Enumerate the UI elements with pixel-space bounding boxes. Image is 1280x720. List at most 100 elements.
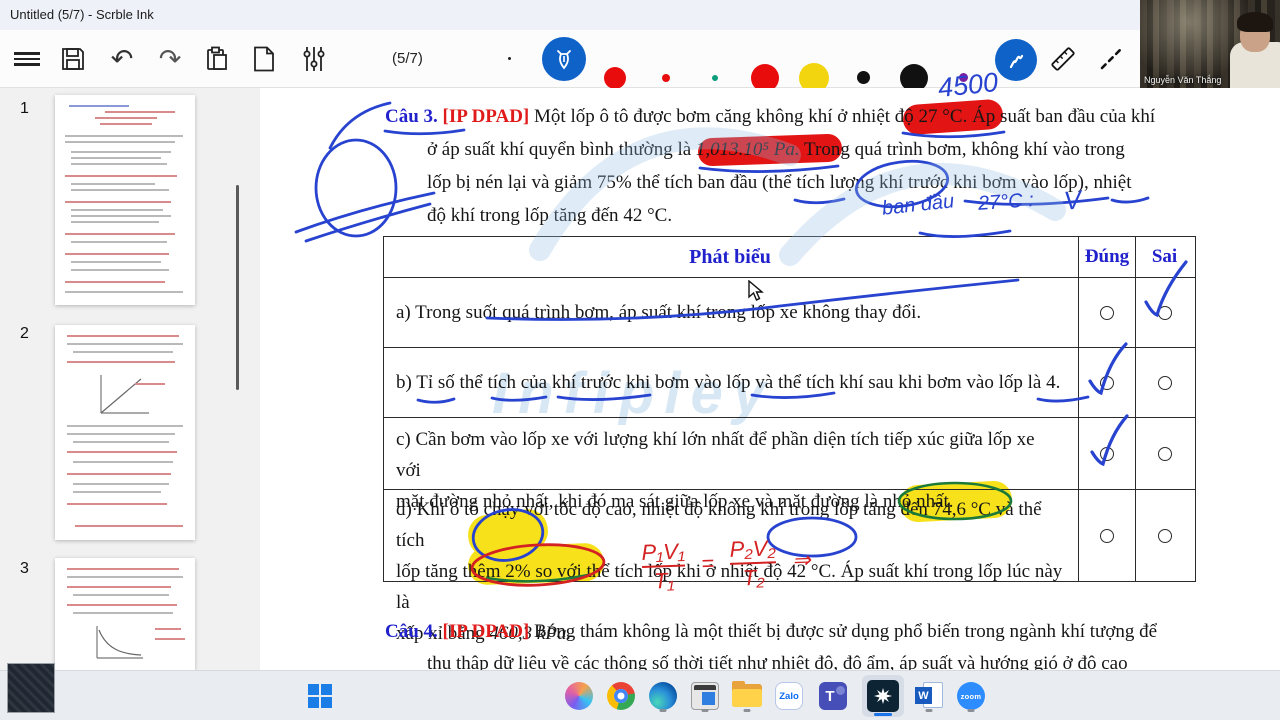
q3-label: Câu 3.	[385, 106, 438, 127]
q3-line-1: Câu 3. [IP DPAD] Một lốp ô tô được bơm c…	[385, 106, 1155, 128]
formula-equals: =	[700, 550, 715, 576]
q3-text-3c: thể tích ban đầu (thể tích lượng khí trư…	[631, 172, 1132, 193]
undo-icon: ↶	[110, 43, 134, 74]
dashed-line-tool-button[interactable]	[1094, 30, 1128, 88]
thumbnail-sidebar: 1 2 3	[0, 88, 260, 670]
q3-text-1a: Một lốp ô tô được bơm căng không khí ở n…	[534, 106, 919, 127]
row-d-text-1a: d) Khi ô tô chạy với tốc độ cao, nhiệt đ…	[396, 499, 933, 520]
taskbar-edge[interactable]	[646, 679, 680, 713]
formula-arrow: ⇒	[791, 547, 812, 573]
handwriting-27c: 27°C :	[977, 189, 1035, 215]
q3-temp-42: 42 °C	[623, 205, 668, 226]
table-row-b: b) Tỉ số thể tích của khí trước khi bơm …	[384, 347, 1195, 417]
q3-text-1c: . Áp suất ban đầu của khí	[962, 106, 1156, 127]
zalo-icon: Zalo	[775, 682, 803, 710]
row-a-statement: a) Trong suốt quá trình bơm, áp suất khí…	[396, 302, 922, 323]
table-header-sai: Sai	[1151, 246, 1178, 267]
taskbar-teams[interactable]: T	[816, 679, 850, 713]
zalo-label: Zalo	[779, 690, 799, 702]
page-icon	[254, 46, 274, 72]
webcam-overlay[interactable]: Nguyễn Văn Thắng	[1140, 0, 1280, 88]
q3-75pct: 75%	[596, 172, 632, 193]
app-window-icon	[691, 682, 719, 710]
thumbnail-number-1: 1	[20, 100, 29, 117]
q3-text-3a: lốp bị nén lại và giảm	[427, 172, 597, 193]
edge-icon	[649, 682, 677, 710]
handwriting-check-v: V	[1062, 184, 1083, 216]
row-c-line-1: c) Cần bơm vào lốp xe với lượng khí lớn …	[396, 429, 1035, 481]
formula-den-1: T₁	[653, 567, 675, 594]
row-d-dung-radio	[1100, 528, 1114, 543]
taskbar-zalo[interactable]: Zalo	[772, 679, 806, 713]
thumbnail-page-1[interactable]	[55, 95, 195, 305]
word-label: W	[918, 689, 929, 702]
scrble-ink-icon	[867, 680, 899, 712]
teams-label: T	[825, 687, 835, 705]
pen-tool-button[interactable]	[542, 37, 586, 81]
row-d-746: 74,6 °C	[932, 499, 991, 520]
thumbnail-number-3: 3	[20, 560, 29, 577]
pen-nib-icon	[557, 50, 571, 70]
q3-text-4c: .	[667, 205, 673, 226]
new-page-button[interactable]	[249, 30, 279, 88]
settings-sliders-button[interactable]	[298, 30, 330, 88]
q4-tag: [IP DPAD]	[442, 621, 530, 642]
start-button[interactable]	[303, 679, 337, 713]
app-window: Untitled (5/7) - Scrble Ink ↶ ↷ (5/7) Ng…	[0, 0, 1280, 720]
formula-den-2: T₂	[742, 564, 765, 591]
statement-table: Phát biểu Đúng Sai a) Trong suốt quá trì…	[383, 236, 1196, 644]
taskbar-file-explorer[interactable]	[730, 679, 764, 713]
scribble-tool-button[interactable]	[995, 39, 1037, 81]
q4-label: Câu 4.	[385, 621, 438, 642]
file-explorer-icon	[732, 681, 762, 708]
handwriting-formula: P₁V₁ T₁ = P₂V₂ T₂ ⇒	[641, 535, 811, 593]
pen-color-black-small[interactable]	[857, 71, 870, 84]
ruler-icon	[1051, 47, 1075, 71]
thumbnail-number-2: 2	[20, 325, 29, 342]
table-header-dung: Đúng	[1084, 246, 1130, 267]
sidebar-scrollbar[interactable]	[236, 185, 239, 390]
taskbar-word[interactable]: W	[912, 679, 946, 713]
dark-widget-thumbnail[interactable]	[7, 663, 55, 713]
row-b-dung-radio	[1100, 375, 1114, 390]
pen-color-red-small[interactable]	[662, 74, 670, 82]
copilot-icon	[565, 682, 593, 710]
webcam-name-label: Nguyễn Văn Thắng	[1144, 75, 1222, 85]
redo-icon: ↷	[158, 43, 182, 74]
taskbar-chrome[interactable]	[604, 679, 638, 713]
taskbar-app-window[interactable]	[688, 679, 722, 713]
pen-size-tiny-black[interactable]	[508, 57, 511, 60]
taskbar-zoom[interactable]: zoom	[954, 679, 988, 713]
pen-color-red-medium[interactable]	[604, 67, 626, 89]
menu-button[interactable]	[12, 30, 42, 88]
teams-icon: T	[819, 682, 847, 710]
q3-text-2a: ở áp suất khí quyển bình thường là	[427, 139, 696, 160]
word-icon: W	[915, 682, 943, 710]
ruler-tool-button[interactable]	[1046, 30, 1080, 88]
thumb3-graph	[96, 626, 143, 659]
taskbar-scrble-ink-active[interactable]	[862, 675, 904, 717]
redo-button[interactable]: ↷	[154, 30, 186, 88]
dashed-line-icon	[1100, 48, 1122, 70]
save-button[interactable]	[58, 30, 88, 88]
windows-logo-icon	[308, 684, 332, 708]
thumb2-graph	[100, 375, 149, 414]
q4-text-1: Bóng thám không là một thiết bị được sử …	[534, 621, 1158, 642]
paste-button[interactable]	[202, 30, 232, 88]
table-row-a: a) Trong suốt quá trình bơm, áp suất khí…	[384, 277, 1195, 347]
zoom-icon: zoom	[957, 682, 985, 710]
q3-text-2c: Trong quá trình bơm, không khí vào trong	[799, 139, 1125, 160]
q3-text-4a: độ khí trong lốp tăng đến	[427, 205, 624, 226]
mouse-cursor	[748, 280, 764, 301]
row-d-sai-radio	[1157, 528, 1172, 543]
q3-pressure-value: 1,013.10⁵ Pa.	[695, 139, 800, 160]
row-b-sai-radio	[1157, 375, 1172, 390]
thumbnail-page-2[interactable]	[55, 325, 195, 540]
pen-color-teal-small[interactable]	[712, 75, 718, 81]
undo-button[interactable]: ↶	[106, 30, 138, 88]
save-icon	[62, 48, 84, 70]
thumbnail-page-3[interactable]	[55, 558, 195, 670]
formula-fraction-2: P₂V₂ T₂	[729, 535, 777, 591]
taskbar-copilot[interactable]	[562, 679, 596, 713]
taskbar: Zalo T W zoom 7:27 PM 12/11/2024	[0, 670, 1280, 720]
